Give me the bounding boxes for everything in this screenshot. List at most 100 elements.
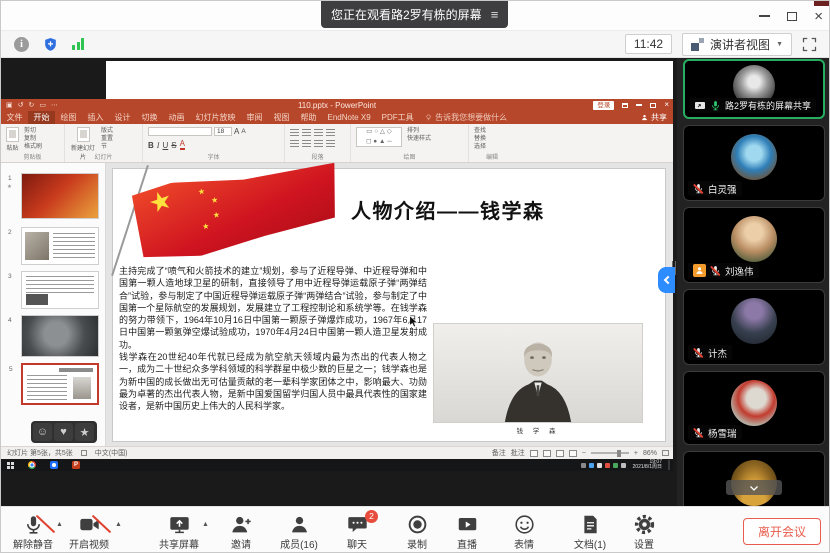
- tell-me-box[interactable]: 告诉我您想要做什么: [425, 112, 507, 123]
- shield-icon[interactable]: [43, 37, 58, 52]
- slideshow-view-icon[interactable]: [569, 450, 577, 457]
- participant-tile[interactable]: 杨雪瑞: [683, 371, 825, 445]
- live-button[interactable]: 直播: [441, 514, 493, 551]
- tab-transitions[interactable]: 切换: [136, 111, 163, 124]
- maximize-icon[interactable]: [787, 12, 797, 21]
- ribbon-options-icon[interactable]: [622, 103, 628, 108]
- participant-tile[interactable]: 白灵强: [683, 125, 825, 201]
- fit-slide-icon[interactable]: [662, 450, 669, 456]
- show-desktop-button[interactable]: [668, 460, 670, 470]
- info-icon[interactable]: i: [14, 37, 29, 52]
- heart-icon[interactable]: ♥: [54, 423, 73, 441]
- record-button[interactable]: 录制: [391, 514, 443, 551]
- invite-button[interactable]: 邀请: [215, 514, 267, 551]
- minimize-icon[interactable]: [759, 15, 770, 17]
- tab-slideshow[interactable]: 幻灯片放映: [190, 111, 241, 124]
- slide-thumbnail-2[interactable]: 2: [21, 227, 99, 265]
- tab-endnote[interactable]: EndNote X9: [322, 111, 376, 124]
- language-label[interactable]: 中文(中国): [95, 448, 128, 458]
- layout-button[interactable]: 版式: [101, 128, 113, 135]
- select-button[interactable]: 选择: [474, 144, 486, 151]
- sorter-view-icon[interactable]: [543, 450, 551, 457]
- participant-tile[interactable]: 计杰: [683, 289, 825, 365]
- normal-view-icon[interactable]: [530, 450, 538, 457]
- chat-button[interactable]: 2 聊天: [331, 514, 383, 551]
- strikethrough-button[interactable]: S: [171, 141, 176, 150]
- comments-button[interactable]: 批注: [511, 448, 525, 458]
- star-icon[interactable]: ★: [75, 423, 94, 441]
- participant-tile-sharing[interactable]: 路2罗有栋的屏幕共享: [683, 59, 825, 119]
- ppt-minimize-icon[interactable]: [636, 104, 642, 106]
- scroll-more-button[interactable]: [726, 480, 782, 495]
- tray-icon[interactable]: [597, 463, 602, 468]
- fullscreen-icon[interactable]: [802, 37, 817, 52]
- paste-button[interactable]: 粘贴: [6, 127, 19, 152]
- leave-meeting-button[interactable]: 离开会议: [743, 518, 821, 545]
- replace-button[interactable]: 替换: [474, 136, 486, 143]
- tab-view[interactable]: 视图: [268, 111, 295, 124]
- section-button[interactable]: 节: [101, 144, 113, 151]
- underline-button[interactable]: U: [162, 141, 168, 150]
- slide-thumbnail-5[interactable]: 5: [21, 363, 99, 405]
- current-slide[interactable]: ★ ★ ★ ★ ★ 人物介绍——钱学森 主持完成了“喷气和火箭技术的建立”规划，…: [113, 169, 665, 441]
- mic-options-caret[interactable]: ▲: [56, 521, 63, 528]
- tab-draw[interactable]: 绘图: [55, 111, 82, 124]
- grow-font-icon[interactable]: A: [234, 127, 239, 136]
- zoom-in-icon[interactable]: +: [634, 450, 638, 457]
- cut-button[interactable]: 剪切: [24, 128, 42, 135]
- participant-tile-partial[interactable]: [683, 451, 825, 506]
- zoom-out-icon[interactable]: −: [582, 450, 586, 457]
- tab-home[interactable]: 开始: [28, 111, 55, 124]
- copy-button[interactable]: 复制: [24, 136, 42, 143]
- powerpoint-taskbar-icon[interactable]: P: [72, 461, 80, 469]
- share-screen-button[interactable]: 共享屏幕: [153, 514, 205, 551]
- slide-thumbnail-4[interactable]: 4: [21, 315, 99, 357]
- tab-animations[interactable]: 动画: [163, 111, 190, 124]
- emoji-button[interactable]: 表情: [498, 514, 550, 551]
- font-color-button[interactable]: A: [180, 140, 185, 150]
- settings-button[interactable]: 设置: [618, 514, 670, 551]
- unmute-button[interactable]: 解除静音: [7, 514, 59, 551]
- sign-in-button[interactable]: 登录: [593, 101, 614, 110]
- ppt-maximize-icon[interactable]: [650, 103, 656, 108]
- ppt-share-button[interactable]: 共享: [641, 112, 667, 123]
- shrink-font-icon[interactable]: A: [241, 128, 245, 135]
- zoom-slider[interactable]: [591, 452, 629, 454]
- tab-review[interactable]: 审阅: [241, 111, 268, 124]
- tab-help[interactable]: 帮助: [295, 111, 322, 124]
- quick-styles-button[interactable]: 快速样式: [407, 136, 431, 143]
- share-options-caret[interactable]: ▲: [202, 521, 209, 528]
- smiley-icon[interactable]: ☺: [33, 423, 52, 441]
- ppt-close-icon[interactable]: ×: [664, 101, 669, 109]
- tray-icon[interactable]: [613, 463, 618, 468]
- tab-pdf-tools[interactable]: PDF工具: [376, 111, 419, 124]
- chrome-icon[interactable]: [28, 461, 36, 469]
- slide-thumbnail-1[interactable]: 1 ★: [21, 173, 99, 219]
- arrange-button[interactable]: 排列: [407, 128, 431, 135]
- format-painter-button[interactable]: 格式刷: [24, 144, 42, 151]
- signal-icon[interactable]: [72, 38, 84, 50]
- paragraph-icons[interactable]: [290, 127, 335, 148]
- tab-insert[interactable]: 插入: [82, 111, 109, 124]
- start-button-icon[interactable]: [7, 462, 14, 469]
- tray-icon[interactable]: [589, 463, 594, 468]
- members-button[interactable]: 成员(16): [271, 514, 327, 551]
- notes-button[interactable]: 备注: [492, 448, 506, 458]
- bold-button[interactable]: B: [148, 141, 154, 150]
- start-video-button[interactable]: 开启视频: [63, 514, 115, 551]
- font-size-select[interactable]: 18: [214, 127, 232, 136]
- reading-view-icon[interactable]: [556, 450, 564, 457]
- video-options-caret[interactable]: ▲: [115, 521, 122, 528]
- slide-thumbnail-3[interactable]: 3: [21, 271, 99, 309]
- font-name-select[interactable]: [148, 127, 212, 136]
- shapes-gallery[interactable]: ▭ ○ △ ◇◻ ● ▲ ─: [356, 127, 402, 147]
- reset-button[interactable]: 重置: [101, 136, 113, 143]
- find-button[interactable]: 查找: [474, 128, 486, 135]
- zoom-level[interactable]: 86%: [643, 450, 657, 457]
- tab-design[interactable]: 设计: [109, 111, 136, 124]
- tray-icon[interactable]: [621, 463, 626, 468]
- participant-tile[interactable]: 刘逸伟: [683, 207, 825, 283]
- meeting-app-icon[interactable]: [50, 461, 58, 469]
- taskbar-clock[interactable]: 19:072021/8/1周日: [633, 460, 662, 471]
- tab-file[interactable]: 文件: [1, 111, 28, 124]
